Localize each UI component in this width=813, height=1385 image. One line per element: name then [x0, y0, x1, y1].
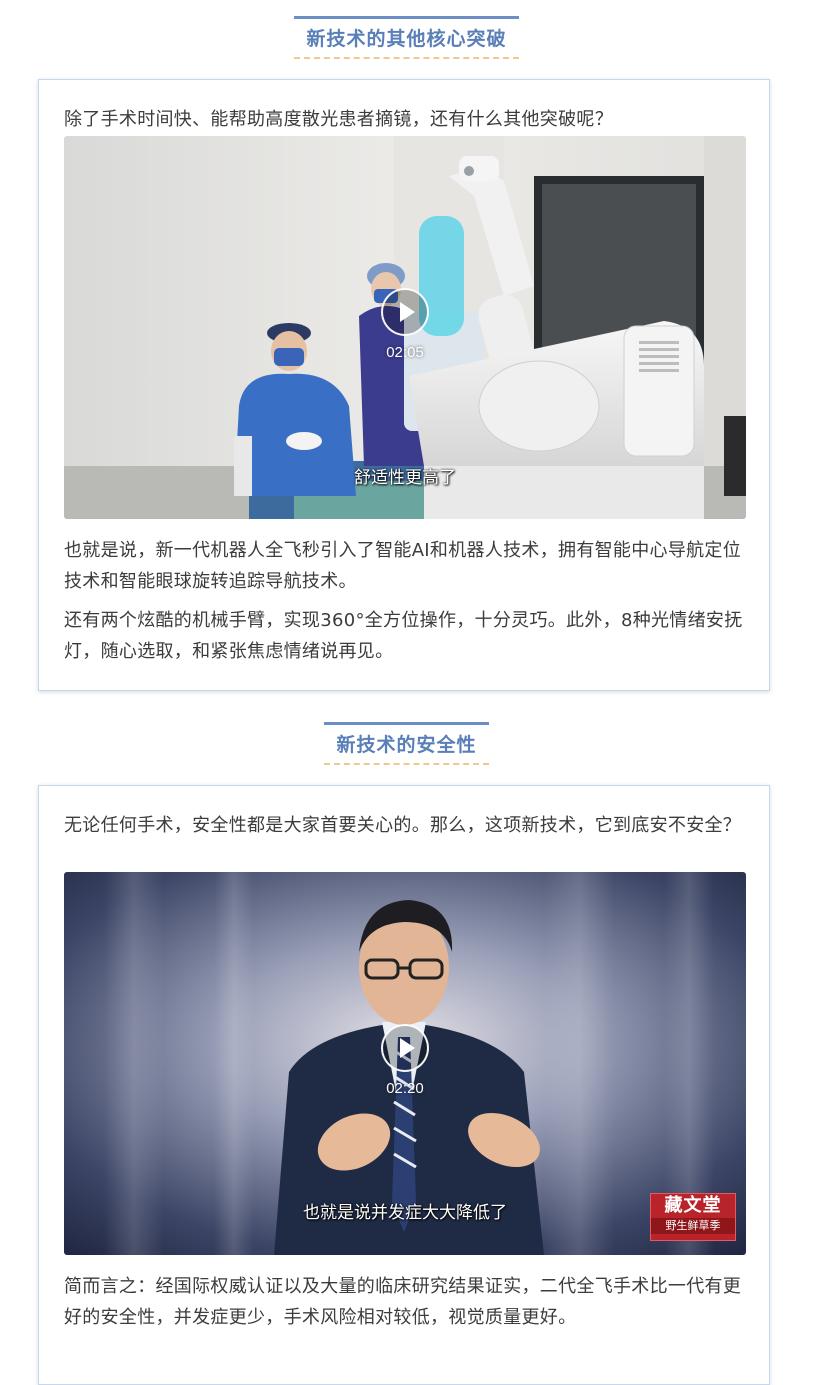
channel-logo-main: 藏文堂	[664, 1195, 722, 1216]
video-subtitle: 舒适性更高了	[354, 468, 456, 488]
channel-logo-sub: 野生鲜草季	[651, 1218, 735, 1234]
content-card-safety: 无论任何手术，安全性都是大家首要关心的。那么，这项新技术，它到底安不安全？ 02…	[38, 785, 770, 1385]
video-play-control[interactable]: 02:05	[381, 288, 429, 361]
video-subtitle: 也就是说并发症大大降低了	[303, 1203, 507, 1223]
content-card-breakthroughs: 除了手术时间快、能帮助高度散光患者摘镜，还有什么其他突破呢？ 02:05 舒适性…	[38, 79, 770, 691]
section-heading: 新技术的安全性	[324, 722, 489, 765]
intro-paragraph: 除了手术时间快、能帮助高度散光患者摘镜，还有什么其他突破呢？	[64, 109, 613, 130]
play-icon[interactable]	[381, 1024, 429, 1072]
body-paragraph-summary: 简而言之：经国际权威认证以及大量的临床研究结果证实，二代全飞手术比一代有更好的安…	[64, 1276, 742, 1328]
video-player-robot[interactable]: 02:05 舒适性更高了	[64, 136, 746, 519]
body-paragraph-ai: 也就是说，新一代机器人全飞秒引入了智能AI和机器人技术，拥有智能中心导航定位技术…	[64, 540, 742, 592]
section-title-safety: 新技术的安全性	[0, 722, 813, 765]
section-title-breakthroughs: 新技术的其他核心突破	[0, 16, 813, 59]
body-paragraph-arms: 还有两个炫酷的机械手臂，实现360°全方位操作，十分灵巧。此外，8种光情绪安抚灯…	[64, 610, 743, 662]
channel-logo: 藏文堂 野生鲜草季	[650, 1193, 736, 1241]
video-player-interview[interactable]: 02:20 也就是说并发症大大降低了 藏文堂 野生鲜草季	[64, 872, 746, 1255]
section-heading: 新技术的其他核心突破	[294, 16, 519, 59]
video-play-control[interactable]: 02:20	[381, 1024, 429, 1097]
video-duration: 02:05	[386, 344, 424, 361]
video-duration: 02:20	[386, 1080, 424, 1097]
intro-paragraph: 无论任何手术，安全性都是大家首要关心的。那么，这项新技术，它到底安不安全？	[64, 815, 742, 836]
play-icon[interactable]	[381, 288, 429, 336]
